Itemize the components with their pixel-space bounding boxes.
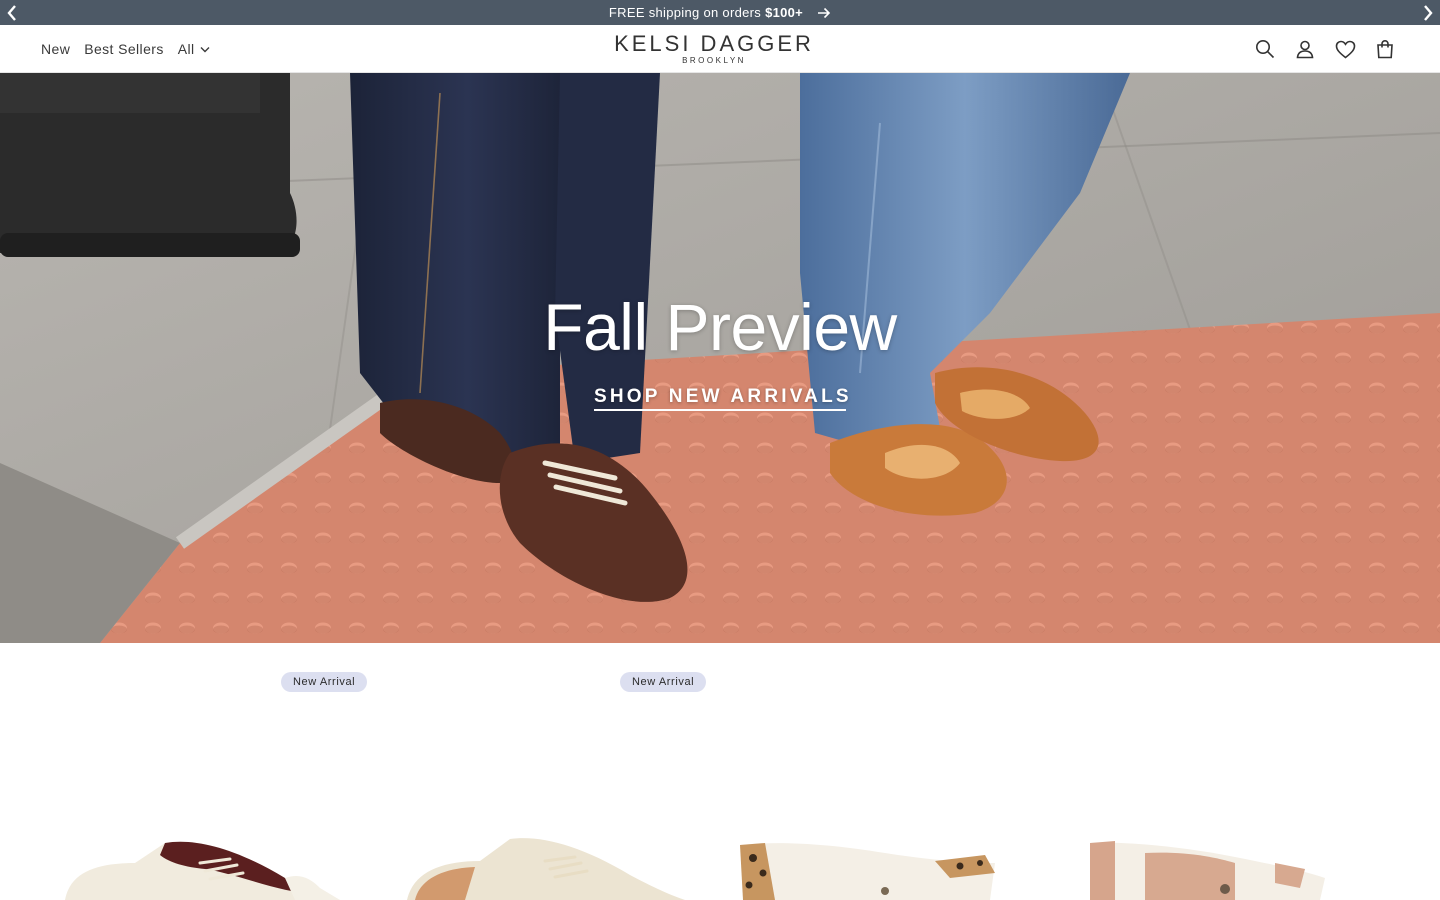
new-arrival-badge: New Arrival: [281, 672, 368, 692]
brand-logo[interactable]: KELSI DAGGER BROOKLYN: [606, 33, 822, 67]
product-card[interactable]: [55, 833, 355, 900]
wishlist-heart-icon[interactable]: [1334, 38, 1356, 60]
hero-title: Fall Preview: [543, 290, 897, 364]
announcement-amount: $100+: [765, 5, 804, 20]
announcement-text: FREE shipping on orders: [608, 5, 762, 20]
announcement-next-button[interactable]: [1416, 0, 1440, 25]
chevron-down-icon: [200, 46, 210, 52]
product-card[interactable]: [1075, 833, 1375, 900]
product-image: [740, 843, 995, 900]
main-nav: New Best Sellers All: [41, 25, 210, 73]
nav-link-new[interactable]: New: [41, 41, 70, 57]
nav-link-all-label: All: [177, 41, 195, 57]
nav-dropdown-all[interactable]: All: [178, 41, 211, 57]
logo-wordmark: KELSI DAGGER: [614, 31, 814, 56]
product-image: [1090, 841, 1325, 900]
header-actions: [1254, 25, 1396, 73]
announcement-bar: FREE shipping on orders $100+: [0, 0, 1440, 25]
announcement-link[interactable]: FREE shipping on orders $100+: [609, 5, 831, 20]
chevron-left-icon: [7, 4, 16, 21]
site-header: New Best Sellers All KELSI DAGGER BROOKL…: [0, 25, 1440, 73]
product-image: [65, 841, 340, 900]
product-grid: New Arrival New Arrival: [0, 643, 1440, 900]
product-image: [407, 838, 685, 900]
chevron-right-icon: [1424, 4, 1433, 21]
shop-new-arrivals-link[interactable]: SHOP NEW ARRIVALS: [594, 386, 849, 411]
search-icon[interactable]: [1254, 38, 1276, 60]
account-icon[interactable]: [1294, 38, 1316, 60]
product-card[interactable]: [395, 833, 695, 900]
nav-link-best-sellers[interactable]: Best Sellers: [84, 41, 164, 57]
logo-subtitle: BROOKLYN: [682, 56, 746, 65]
product-card[interactable]: [735, 833, 1035, 900]
announcement-prev-button[interactable]: [0, 0, 24, 25]
arrow-right-icon: [817, 7, 831, 19]
hero-banner[interactable]: Fall Preview SHOP NEW ARRIVALS: [0, 73, 1440, 643]
cart-bag-icon[interactable]: [1374, 38, 1396, 60]
new-arrival-badge: New Arrival: [620, 672, 707, 692]
